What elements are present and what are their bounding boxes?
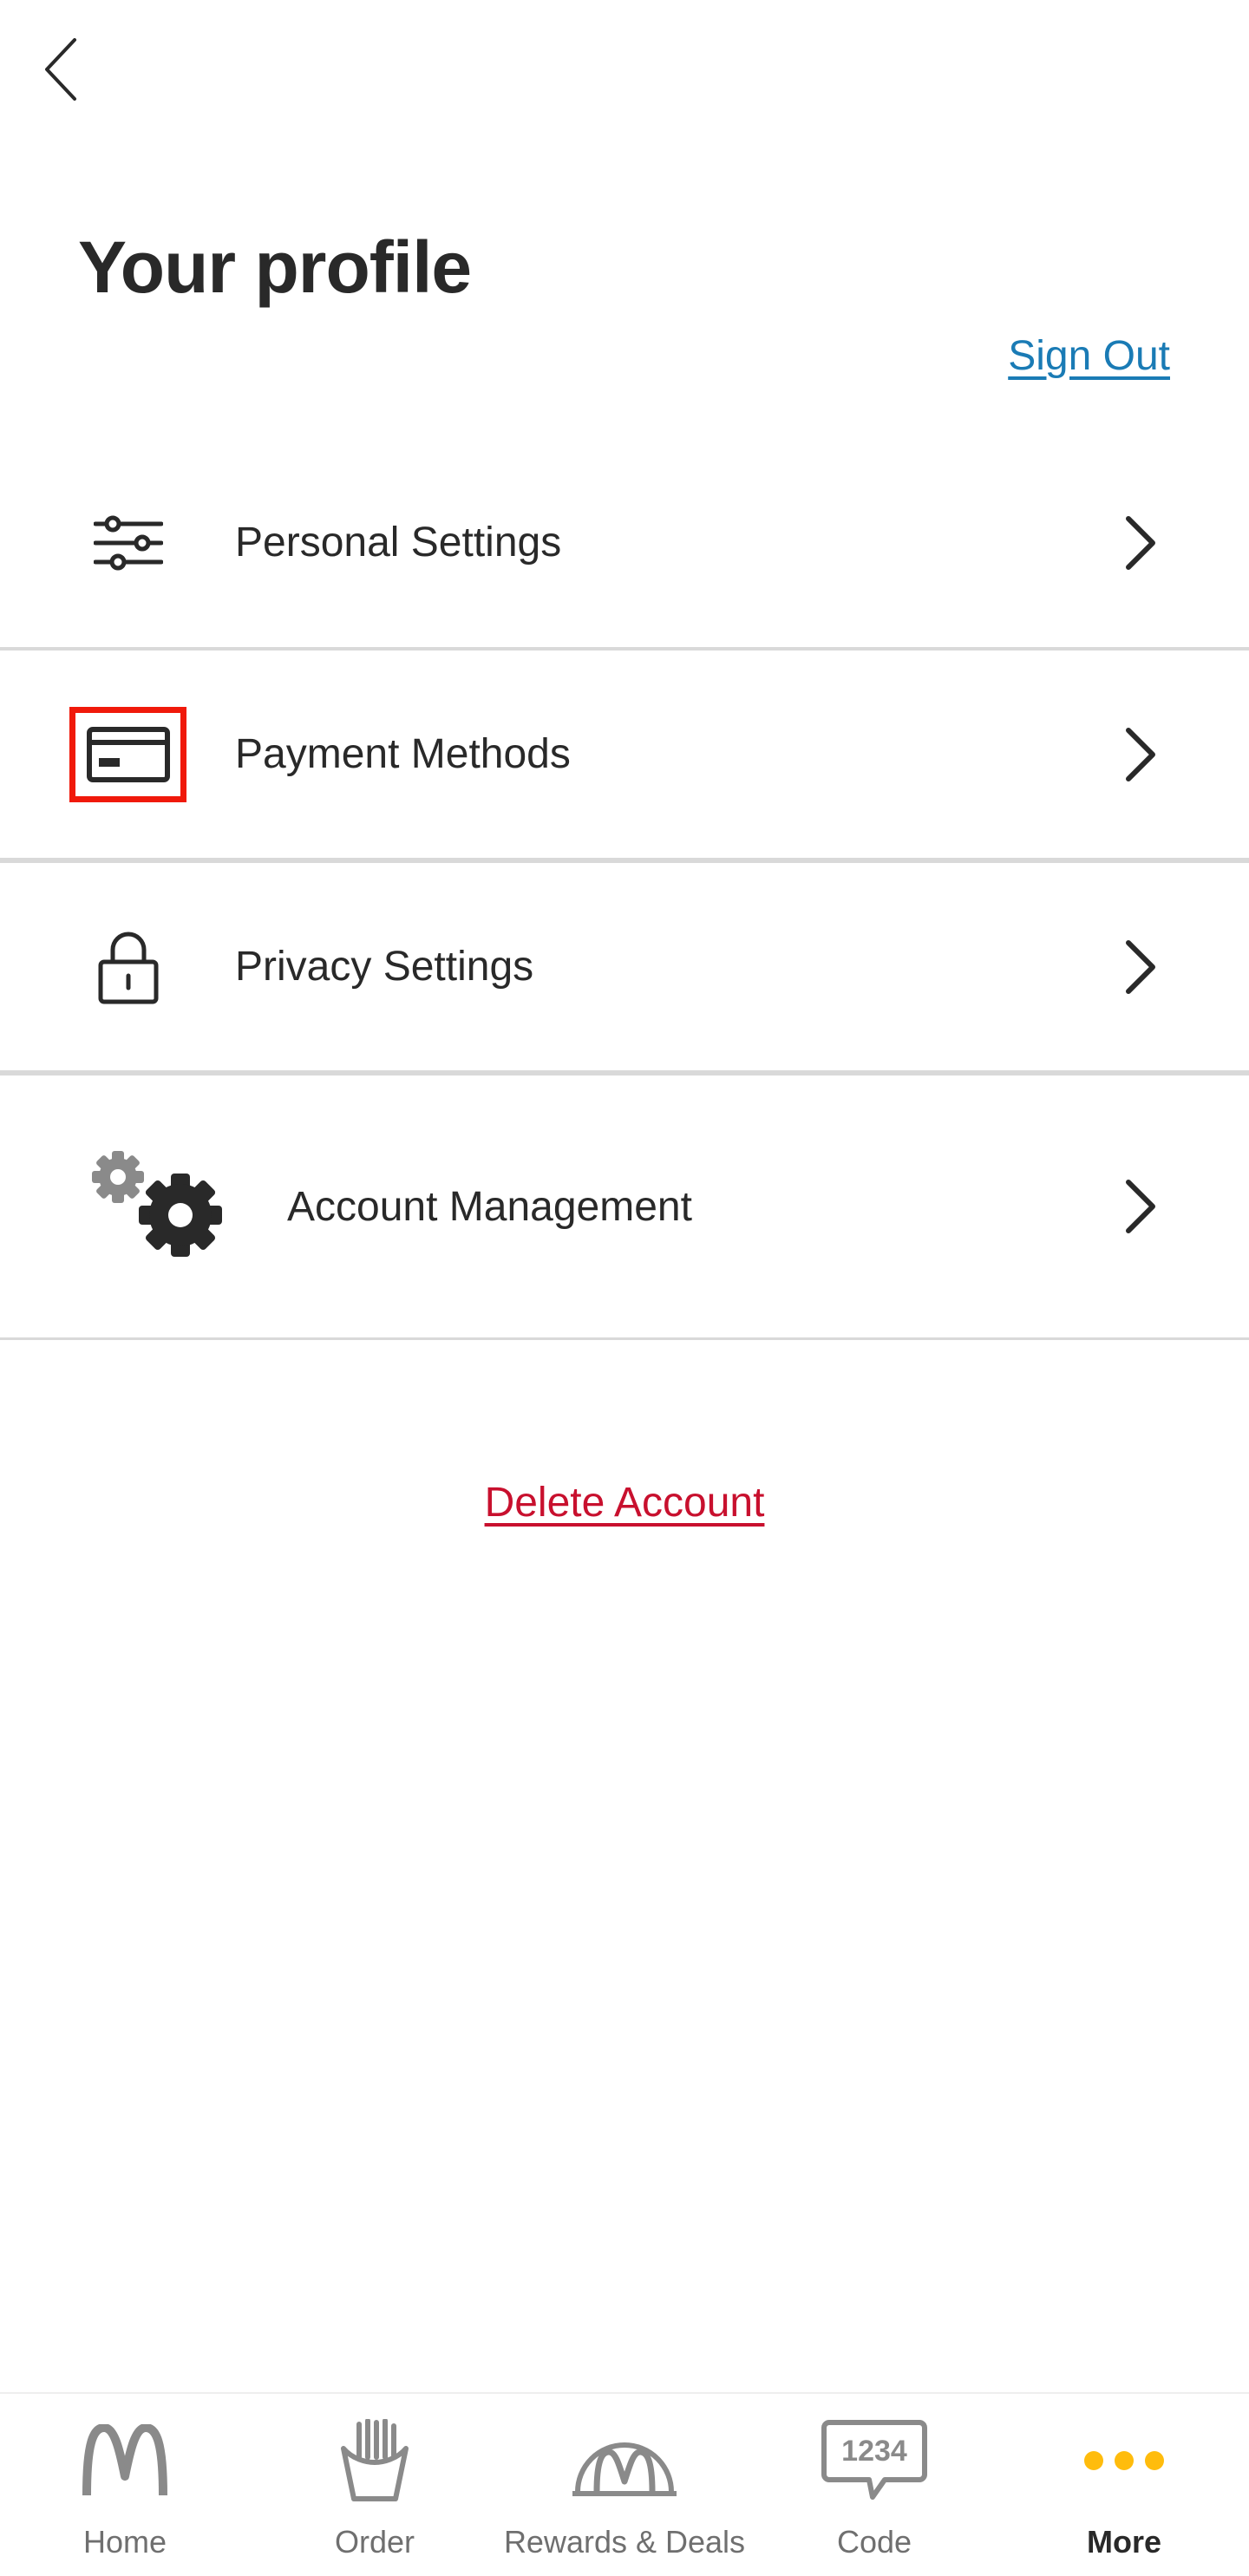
nav-label: Order [334, 2524, 415, 2560]
chevron-right-icon [1119, 724, 1162, 785]
rewards-arch-icon [538, 2413, 711, 2508]
delete-account-container: Delete Account [0, 1479, 1249, 1527]
chevron-right-icon [1119, 513, 1162, 573]
menu-item-payment-methods[interactable]: Payment Methods [0, 651, 1249, 863]
profile-menu: Personal Settings Payment Methods Privac… [0, 438, 1249, 1340]
bottom-nav: Home Order Rewards & Deals 1234 Code Mor… [0, 2392, 1249, 2576]
nav-item-more[interactable]: More [999, 2394, 1249, 2576]
chevron-right-icon [1119, 937, 1162, 997]
nav-item-rewards-deals[interactable]: Rewards & Deals [500, 2394, 749, 2576]
menu-item-label: Account Management [287, 1183, 692, 1230]
nav-item-home[interactable]: Home [0, 2394, 250, 2576]
credit-card-icon [69, 706, 186, 802]
menu-item-label: Personal Settings [235, 520, 562, 566]
sign-out-link[interactable]: Sign Out [1008, 332, 1170, 380]
nav-label: Code [836, 2524, 912, 2560]
menu-item-account-management[interactable]: Account Management [0, 1076, 1249, 1340]
fries-icon [288, 2413, 461, 2508]
sliders-icon [69, 495, 186, 591]
nav-item-code[interactable]: 1234 Code [749, 2394, 999, 2576]
chevron-left-icon [45, 38, 76, 101]
more-dots-icon [1037, 2413, 1211, 2508]
nav-label: Rewards & Deals [503, 2524, 746, 2560]
profile-screen: Your profile Sign Out Personal Settings [0, 0, 1249, 2576]
lock-icon [69, 919, 186, 1015]
menu-item-personal-settings[interactable]: Personal Settings [0, 438, 1249, 651]
delete-account-link[interactable]: Delete Account [485, 1480, 765, 1526]
code-icon-text: 1234 [841, 2435, 907, 2468]
nav-item-order[interactable]: Order [250, 2394, 500, 2576]
back-button[interactable] [43, 26, 113, 113]
gears-icon [87, 1146, 234, 1267]
nav-label: Home [82, 2524, 167, 2560]
nav-label: More [1086, 2524, 1161, 2560]
golden-arches-icon [38, 2413, 212, 2508]
menu-item-privacy-settings[interactable]: Privacy Settings [0, 863, 1249, 1076]
menu-item-label: Privacy Settings [235, 944, 534, 990]
menu-item-label: Payment Methods [235, 731, 571, 777]
page-title: Your profile [78, 226, 472, 308]
chevron-right-icon [1119, 1176, 1162, 1237]
code-speech-bubble-icon: 1234 [788, 2413, 961, 2508]
